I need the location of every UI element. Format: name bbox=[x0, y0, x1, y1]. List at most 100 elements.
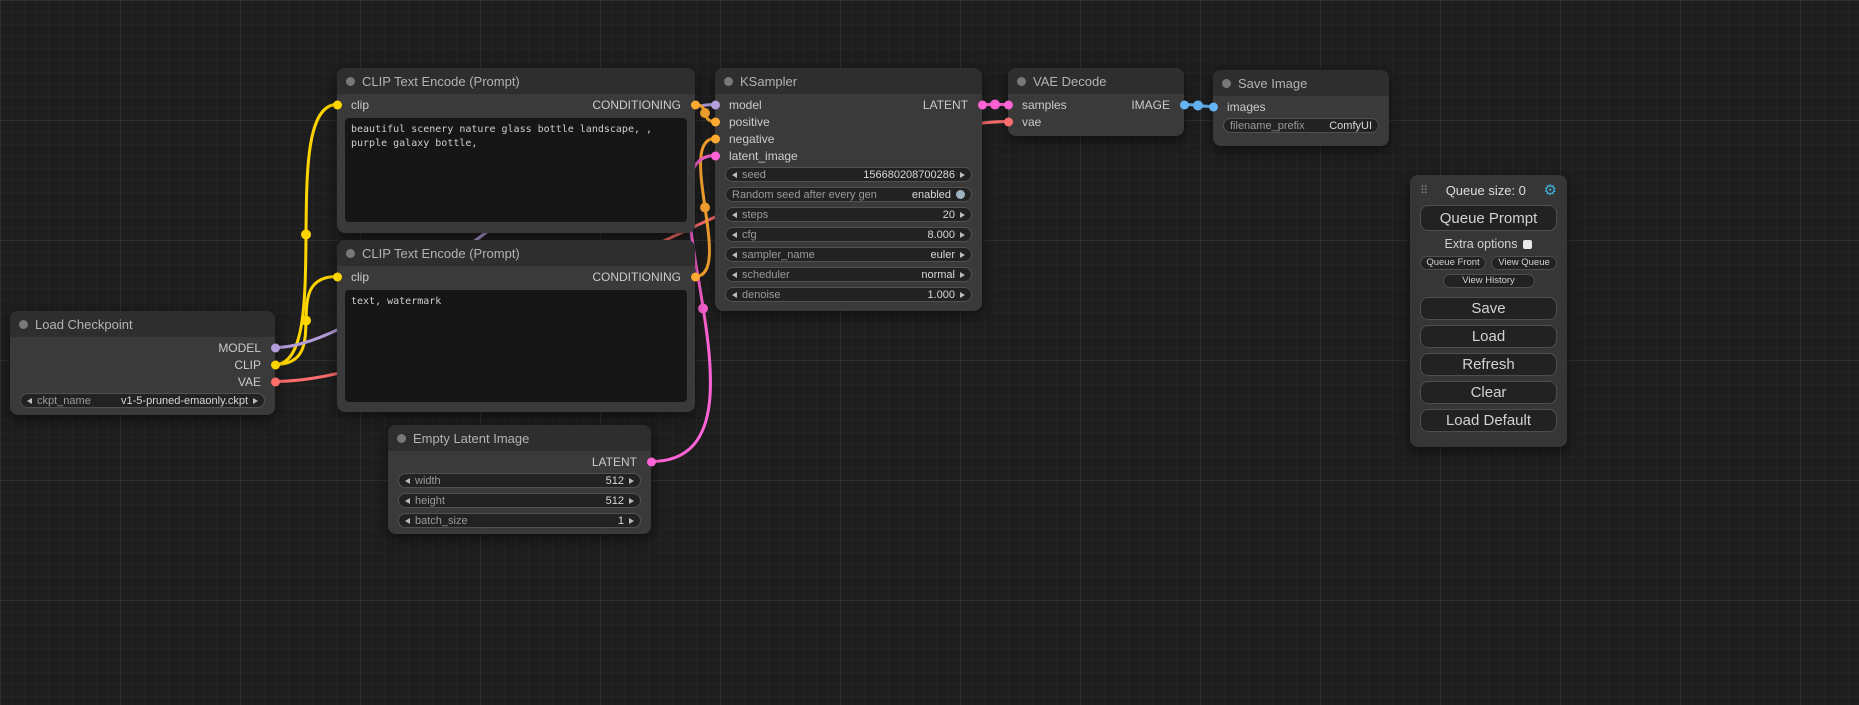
widget-width[interactable]: width 512 bbox=[398, 473, 641, 488]
view-queue-button[interactable]: View Queue bbox=[1491, 256, 1557, 270]
widget-label: scheduler bbox=[742, 269, 790, 281]
queue-prompt-button[interactable]: Queue Prompt bbox=[1420, 205, 1557, 231]
slot-row: clip CONDITIONING bbox=[337, 96, 695, 113]
load-default-button[interactable]: Load Default bbox=[1420, 409, 1557, 432]
widget-scheduler[interactable]: scheduler normal bbox=[725, 267, 972, 282]
decrement-arrow-icon[interactable] bbox=[405, 478, 410, 484]
output-port-latent[interactable] bbox=[978, 100, 987, 109]
increment-arrow-icon[interactable] bbox=[960, 212, 965, 218]
widget-label: filename_prefix bbox=[1230, 120, 1305, 132]
extra-options-checkbox[interactable] bbox=[1523, 240, 1532, 249]
link-midpoint-dot bbox=[301, 316, 311, 326]
input-label-clip: clip bbox=[351, 270, 369, 284]
output-port-conditioning[interactable] bbox=[691, 272, 700, 281]
increment-arrow-icon[interactable] bbox=[629, 498, 634, 504]
widget-steps[interactable]: steps 20 bbox=[725, 207, 972, 222]
widget-batch-size[interactable]: batch_size 1 bbox=[398, 513, 641, 528]
widget-ckpt-name[interactable]: ckpt_name v1-5-pruned-emaonly.ckpt bbox=[20, 393, 265, 408]
node-clip-text-encode-negative[interactable]: CLIP Text Encode (Prompt) clip CONDITION… bbox=[337, 240, 695, 412]
output-label-image: IMAGE bbox=[1131, 98, 1170, 112]
output-port-vae[interactable] bbox=[271, 377, 280, 386]
increment-arrow-icon[interactable] bbox=[960, 232, 965, 238]
increment-arrow-icon[interactable] bbox=[960, 172, 965, 178]
decrement-arrow-icon[interactable] bbox=[732, 252, 737, 258]
output-port-latent[interactable] bbox=[647, 457, 656, 466]
input-port-vae[interactable] bbox=[1004, 117, 1013, 126]
node-load-checkpoint[interactable]: Load Checkpoint MODEL CLIP VAE ckpt_name… bbox=[10, 311, 275, 415]
increment-arrow-icon[interactable] bbox=[253, 398, 258, 404]
queue-front-button[interactable]: Queue Front bbox=[1420, 256, 1486, 270]
increment-arrow-icon[interactable] bbox=[629, 518, 634, 524]
settings-gear-icon[interactable]: ⚙ bbox=[1544, 181, 1557, 199]
node-title-bar[interactable]: CLIP Text Encode (Prompt) bbox=[337, 68, 695, 94]
node-title-bar[interactable]: KSampler bbox=[715, 68, 982, 94]
input-port-clip[interactable] bbox=[333, 272, 342, 281]
output-label-model: MODEL bbox=[218, 341, 261, 355]
input-port-clip[interactable] bbox=[333, 100, 342, 109]
node-ksampler[interactable]: KSampler model LATENT positive negative … bbox=[715, 68, 982, 311]
refresh-button[interactable]: Refresh bbox=[1420, 353, 1557, 376]
input-port-positive[interactable] bbox=[711, 117, 720, 126]
increment-arrow-icon[interactable] bbox=[629, 478, 634, 484]
output-port-conditioning[interactable] bbox=[691, 100, 700, 109]
node-vae-decode[interactable]: VAE Decode samples IMAGE vae bbox=[1008, 68, 1184, 136]
node-title-bar[interactable]: VAE Decode bbox=[1008, 68, 1184, 94]
input-port-images[interactable] bbox=[1209, 102, 1218, 111]
increment-arrow-icon[interactable] bbox=[960, 292, 965, 298]
output-label-vae: VAE bbox=[238, 375, 261, 389]
output-port-image[interactable] bbox=[1180, 100, 1189, 109]
input-label-vae: vae bbox=[1022, 115, 1041, 129]
widget-filename-prefix[interactable]: filename_prefix ComfyUI bbox=[1223, 118, 1379, 133]
decrement-arrow-icon[interactable] bbox=[405, 518, 410, 524]
widget-denoise[interactable]: denoise 1.000 bbox=[725, 287, 972, 302]
decrement-arrow-icon[interactable] bbox=[732, 232, 737, 238]
node-title: CLIP Text Encode (Prompt) bbox=[362, 246, 520, 261]
positive-prompt-textarea[interactable]: beautiful scenery nature glass bottle la… bbox=[345, 118, 687, 222]
drag-handle-icon[interactable]: ⠿ bbox=[1420, 184, 1428, 197]
widget-height[interactable]: height 512 bbox=[398, 493, 641, 508]
widget-value: 20 bbox=[943, 209, 955, 221]
view-history-button[interactable]: View History bbox=[1443, 274, 1535, 288]
input-port-latent-image[interactable] bbox=[711, 151, 720, 160]
input-port-model[interactable] bbox=[711, 100, 720, 109]
widget-label: sampler_name bbox=[742, 249, 815, 261]
clear-button[interactable]: Clear bbox=[1420, 381, 1557, 404]
widget-sampler-name[interactable]: sampler_name euler bbox=[725, 247, 972, 262]
node-title-bar[interactable]: Empty Latent Image bbox=[388, 425, 651, 451]
decrement-arrow-icon[interactable] bbox=[732, 272, 737, 278]
increment-arrow-icon[interactable] bbox=[960, 272, 965, 278]
node-title: Empty Latent Image bbox=[413, 431, 529, 446]
node-canvas[interactable]: Load Checkpoint MODEL CLIP VAE ckpt_name… bbox=[0, 0, 1859, 705]
output-port-model[interactable] bbox=[271, 343, 280, 352]
decrement-arrow-icon[interactable] bbox=[732, 292, 737, 298]
widget-value: 1.000 bbox=[927, 289, 955, 301]
node-clip-text-encode-positive[interactable]: CLIP Text Encode (Prompt) clip CONDITION… bbox=[337, 68, 695, 233]
increment-arrow-icon[interactable] bbox=[960, 252, 965, 258]
node-title-bar[interactable]: Save Image bbox=[1213, 70, 1389, 96]
node-title-bar[interactable]: CLIP Text Encode (Prompt) bbox=[337, 240, 695, 266]
toggle-dot-icon[interactable] bbox=[956, 190, 965, 199]
decrement-arrow-icon[interactable] bbox=[405, 498, 410, 504]
node-title: Save Image bbox=[1238, 76, 1307, 91]
load-button[interactable]: Load bbox=[1420, 325, 1557, 348]
node-title: VAE Decode bbox=[1033, 74, 1106, 89]
output-row: LATENT bbox=[388, 453, 651, 470]
node-save-image[interactable]: Save Image images filename_prefix ComfyU… bbox=[1213, 70, 1389, 146]
input-port-negative[interactable] bbox=[711, 134, 720, 143]
node-title-bar[interactable]: Load Checkpoint bbox=[10, 311, 275, 337]
input-port-samples[interactable] bbox=[1004, 100, 1013, 109]
save-button[interactable]: Save bbox=[1420, 297, 1557, 320]
node-empty-latent-image[interactable]: Empty Latent Image LATENT width 512 heig… bbox=[388, 425, 651, 534]
widget-seed[interactable]: seed 156680208700286 bbox=[725, 167, 972, 182]
output-port-clip[interactable] bbox=[271, 360, 280, 369]
queue-panel: ⠿ Queue size: 0 ⚙ Queue Prompt Extra opt… bbox=[1410, 175, 1567, 447]
decrement-arrow-icon[interactable] bbox=[732, 212, 737, 218]
link-midpoint-dot bbox=[301, 230, 311, 240]
widget-random-seed-toggle[interactable]: Random seed after every gen enabled bbox=[725, 187, 972, 202]
decrement-arrow-icon[interactable] bbox=[27, 398, 32, 404]
widget-value: 8.000 bbox=[927, 229, 955, 241]
decrement-arrow-icon[interactable] bbox=[732, 172, 737, 178]
negative-prompt-textarea[interactable]: text, watermark bbox=[345, 290, 687, 402]
node-title: CLIP Text Encode (Prompt) bbox=[362, 74, 520, 89]
widget-cfg[interactable]: cfg 8.000 bbox=[725, 227, 972, 242]
